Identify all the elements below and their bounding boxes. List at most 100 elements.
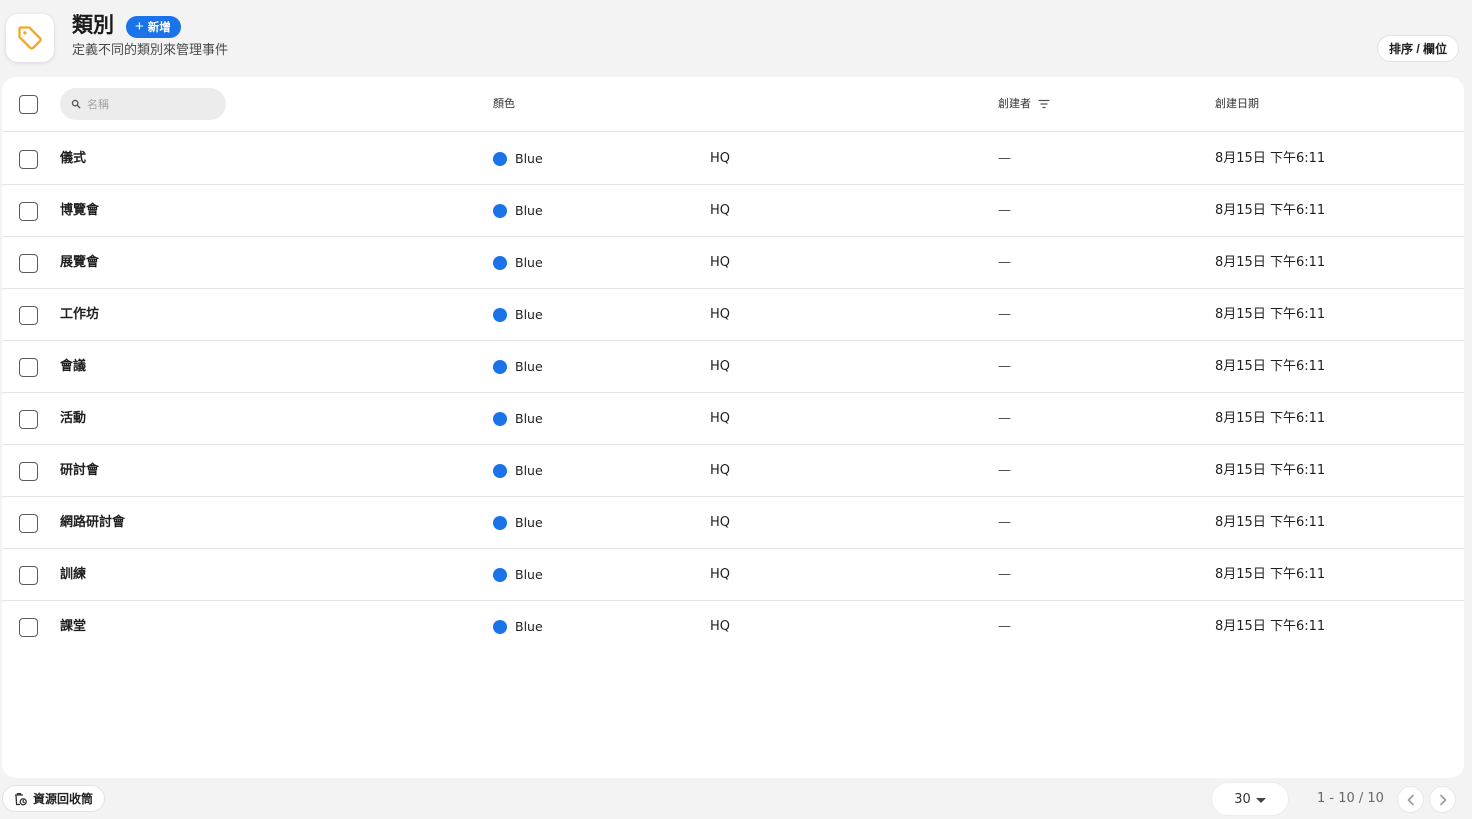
column-header-creator[interactable]: 創建者 [998, 97, 1050, 111]
category-creator: — [998, 619, 1011, 634]
add-button[interactable]: + 新增 [126, 16, 181, 38]
category-org: HQ [710, 515, 731, 530]
color-label: Blue [515, 515, 543, 530]
row-checkbox[interactable] [19, 618, 38, 637]
category-creator: — [998, 463, 1011, 478]
table-row[interactable]: 研討會 Blue HQ — 8月15日 下午6:11 [2, 445, 1464, 497]
row-checkbox[interactable] [19, 410, 38, 429]
category-created-date: 8月15日 下午6:11 [1215, 411, 1326, 426]
color-label: Blue [515, 619, 543, 634]
category-creator: — [998, 255, 1011, 270]
category-color: Blue [493, 566, 543, 584]
category-name[interactable]: 訓練 [60, 566, 86, 584]
table-row[interactable]: 網路研討會 Blue HQ — 8月15日 下午6:11 [2, 497, 1464, 549]
category-created-date: 8月15日 下午6:11 [1215, 567, 1326, 582]
color-dot-icon [493, 412, 507, 426]
table-row[interactable]: 訓練 Blue HQ — 8月15日 下午6:11 [2, 549, 1464, 601]
category-org: HQ [710, 567, 731, 582]
table-row[interactable]: 展覽會 Blue HQ — 8月15日 下午6:11 [2, 237, 1464, 289]
color-dot-icon [493, 152, 507, 166]
category-created-date: 8月15日 下午6:11 [1215, 515, 1326, 530]
column-header-created-label: 創建日期 [1215, 97, 1259, 110]
pagination-range: 1 - 10 / 10 [1317, 791, 1384, 806]
category-created-date: 8月15日 下午6:11 [1215, 255, 1326, 270]
color-label: Blue [515, 255, 543, 270]
color-dot-icon [493, 204, 507, 218]
trash-clock-icon [15, 792, 27, 805]
row-checkbox[interactable] [19, 306, 38, 325]
table-row[interactable]: 課堂 Blue HQ — 8月15日 下午6:11 [2, 601, 1464, 653]
category-name[interactable]: 會議 [60, 358, 86, 376]
search-icon [71, 99, 81, 109]
color-dot-icon [493, 464, 507, 478]
recycle-bin-button[interactable]: 資源回收筒 [2, 785, 106, 812]
page-header: 類別 + 新增 定義不同的類別來管理事件 排序 / 欄位 [0, 0, 1472, 76]
category-created-date: 8月15日 下午6:11 [1215, 619, 1326, 634]
color-label: Blue [515, 463, 543, 478]
category-creator: — [998, 411, 1011, 426]
row-checkbox[interactable] [19, 202, 38, 221]
color-label: Blue [515, 411, 543, 426]
table-row[interactable]: 工作坊 Blue HQ — 8月15日 下午6:11 [2, 289, 1464, 341]
category-org: HQ [710, 203, 731, 218]
row-checkbox[interactable] [19, 358, 38, 377]
color-dot-icon [493, 308, 507, 322]
table-row[interactable]: 博覽會 Blue HQ — 8月15日 下午6:11 [2, 185, 1464, 237]
table-row[interactable]: 儀式 Blue HQ — 8月15日 下午6:11 [2, 133, 1464, 185]
row-checkbox[interactable] [19, 566, 38, 585]
caret-down-icon [1255, 797, 1266, 803]
table-row[interactable]: 活動 Blue HQ — 8月15日 下午6:11 [2, 393, 1464, 445]
filter-icon[interactable] [1038, 99, 1050, 109]
name-search[interactable] [60, 88, 226, 120]
row-checkbox[interactable] [19, 150, 38, 169]
row-checkbox[interactable] [19, 462, 38, 481]
color-dot-icon [493, 360, 507, 374]
category-name[interactable]: 網路研討會 [60, 514, 125, 532]
category-created-date: 8月15日 下午6:11 [1215, 307, 1326, 322]
column-header-created[interactable]: 創建日期 [1215, 97, 1259, 111]
row-checkbox[interactable] [19, 254, 38, 273]
category-created-date: 8月15日 下午6:11 [1215, 203, 1326, 218]
category-org: HQ [710, 307, 731, 322]
categories-table: 顏色 創建者 創建日期 儀式 Blue HQ — 8月15日 下午6:11 博覽會 Blue… [2, 77, 1464, 778]
category-created-date: 8月15日 下午6:11 [1215, 151, 1326, 166]
category-org: HQ [710, 255, 731, 270]
row-checkbox[interactable] [19, 514, 38, 533]
category-color: Blue [493, 202, 543, 220]
table-row[interactable]: 會議 Blue HQ — 8月15日 下午6:11 [2, 341, 1464, 393]
category-name[interactable]: 工作坊 [60, 306, 99, 324]
rows-per-page-select[interactable]: 30 [1211, 782, 1289, 816]
plus-icon: + [135, 18, 144, 35]
category-name[interactable]: 研討會 [60, 462, 99, 480]
column-header-color[interactable]: 顏色 [493, 97, 515, 111]
sort-columns-button[interactable]: 排序 / 欄位 [1377, 35, 1460, 62]
column-header-color-label: 顏色 [493, 97, 515, 110]
category-creator: — [998, 515, 1011, 530]
category-creator: — [998, 151, 1011, 166]
color-label: Blue [515, 307, 543, 322]
color-label: Blue [515, 359, 543, 374]
page-subtitle: 定義不同的類別來管理事件 [72, 43, 229, 58]
color-dot-icon [493, 620, 507, 634]
chevron-right-icon [1439, 794, 1446, 805]
column-header-creator-label: 創建者 [998, 97, 1031, 110]
category-color: Blue [493, 514, 543, 532]
category-color: Blue [493, 254, 543, 272]
category-name[interactable]: 博覽會 [60, 202, 99, 220]
next-page-button[interactable] [1429, 786, 1456, 813]
category-name[interactable]: 課堂 [60, 618, 86, 636]
color-label: Blue [515, 567, 543, 582]
category-creator: — [998, 203, 1011, 218]
category-created-date: 8月15日 下午6:11 [1215, 463, 1326, 478]
previous-page-button[interactable] [1397, 786, 1424, 813]
color-dot-icon [493, 568, 507, 582]
category-org: HQ [710, 463, 731, 478]
category-color: Blue [493, 410, 543, 428]
category-name[interactable]: 儀式 [60, 150, 86, 168]
rows-per-page-value: 30 [1234, 791, 1251, 807]
select-all-checkbox[interactable] [19, 95, 38, 114]
search-input[interactable] [87, 97, 207, 111]
category-created-date: 8月15日 下午6:11 [1215, 359, 1326, 374]
category-name[interactable]: 展覽會 [60, 254, 99, 272]
category-name[interactable]: 活動 [60, 410, 86, 428]
